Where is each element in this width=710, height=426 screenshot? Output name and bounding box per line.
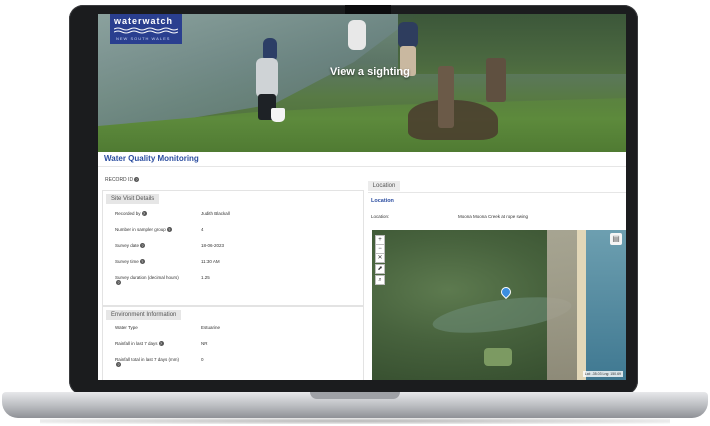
hero-trees (398, 14, 626, 74)
help-icon[interactable]: ? (158, 341, 164, 347)
site-visit-panel: Site Visit Details Recorded by? Judith B… (102, 190, 364, 306)
row-label: Recorded by (115, 211, 141, 216)
help-icon[interactable]: ? (116, 280, 121, 286)
record-id-label: RECORD ID? (105, 177, 140, 183)
survey-time-label: Survey time? (115, 259, 145, 265)
survey-time-value: 11:30 AM (201, 259, 220, 264)
location-map[interactable]: + − ✕ ⬈ ⌕ ▤ Lat: -35.03 Lng: 150.69 (372, 230, 626, 380)
survey-duration-value: 1.25 (201, 275, 210, 280)
survey-date-value: 18-06-2023 (201, 243, 225, 248)
help-icon[interactable]: ? (116, 362, 121, 368)
hero-bucket (271, 108, 285, 122)
help-icon[interactable]: ? (134, 177, 140, 183)
rainfall-value: NR (201, 341, 208, 346)
map-search-button[interactable]: ⌕ (375, 275, 385, 285)
laptop-shadow (40, 418, 670, 424)
location-label: Location: (371, 214, 390, 219)
environment-panel: Environment Information Water Type Estua… (102, 306, 364, 380)
logo-subtitle: NEW SOUTH WALES (116, 36, 171, 41)
map-field (484, 348, 512, 366)
rainfall-total-label: Rainfall total in last 7 days (mm)? (115, 357, 180, 368)
map-coordinates: Lat: -35.03 Lng: 150.69 (582, 371, 623, 377)
row-label: Survey time (115, 259, 139, 264)
browser-screen: waterwatch NEW SOUTH WALES View a sighti… (98, 14, 626, 380)
help-icon[interactable]: ? (139, 259, 145, 265)
layers-icon[interactable]: ▤ (610, 233, 622, 245)
logo-title: waterwatch (114, 16, 174, 26)
hero-person (398, 22, 418, 48)
site-visit-heading: Site Visit Details (106, 194, 160, 204)
survey-date-label: Survey date? (115, 243, 146, 249)
waterwatch-logo[interactable]: waterwatch NEW SOUTH WALES (110, 14, 182, 44)
location-title: Location (371, 198, 394, 204)
divider (98, 166, 626, 167)
hero-stump (438, 66, 454, 128)
row-label: Number in sampler group (115, 227, 166, 232)
rainfall-label: Rainfall in last 7 days? (115, 341, 164, 347)
survey-duration-label: Survey duration (decimal hours)? (115, 275, 179, 286)
help-icon[interactable]: ? (141, 211, 147, 217)
logo-waves-icon (114, 27, 178, 34)
row-label: Rainfall in last 7 days (115, 341, 158, 346)
divider (368, 192, 626, 193)
help-icon[interactable]: ? (166, 227, 172, 233)
tab-location[interactable]: Location (368, 181, 400, 191)
help-icon[interactable]: ? (140, 243, 146, 249)
hero-person (348, 20, 366, 50)
location-value: Moona Moona Creek at rope swing (458, 214, 529, 219)
hero-banner: waterwatch NEW SOUTH WALES View a sighti… (98, 14, 626, 152)
recorded-by-label: Recorded by? (115, 211, 147, 217)
water-type-label: Water Type (115, 325, 138, 330)
row-label: Survey date (115, 243, 140, 248)
environment-heading: Environment Information (106, 310, 182, 320)
map-sea (586, 230, 626, 380)
laptop-base-lip (310, 392, 400, 399)
row-label: Survey duration (decimal hours) (115, 275, 179, 280)
reset-view-button[interactable]: ✕ (375, 253, 385, 263)
group-size-value: 4 (201, 227, 204, 232)
hero-person (256, 58, 278, 98)
record-id-text: RECORD ID (105, 177, 134, 183)
recorded-by-value: Judith Blackall (201, 211, 230, 216)
page-title: Water Quality Monitoring (104, 154, 199, 163)
hero-stump (486, 58, 506, 102)
row-label: Rainfall total in last 7 days (mm) (115, 357, 180, 362)
draw-tool-button[interactable]: ⬈ (375, 264, 385, 274)
water-type-value: Estuarine (201, 325, 221, 330)
group-size-label: Number in sampler group? (115, 227, 172, 233)
rainfall-total-value: 0 (201, 357, 204, 362)
hero-title: View a sighting (330, 66, 410, 78)
